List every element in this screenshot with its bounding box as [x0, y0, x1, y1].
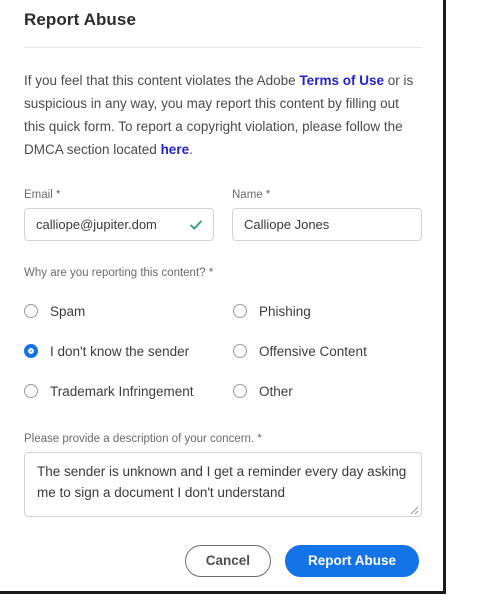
name-required-mark: *	[265, 189, 271, 201]
check-icon	[189, 218, 203, 232]
name-input[interactable]	[233, 209, 421, 240]
intro-text-part-3: .	[189, 142, 193, 157]
screen: Report Abuse If you feel that this conte…	[0, 0, 500, 604]
name-label-text: Name	[232, 189, 263, 201]
intro-text-part-1: If you feel that this content violates t…	[24, 73, 300, 88]
radio-option-trademark-infringement[interactable]: Trademark Infringement	[24, 371, 233, 411]
radio-label: I don't know the sender	[50, 343, 190, 359]
radio-option-unknown-sender[interactable]: I don't know the sender	[24, 331, 233, 371]
description-textarea-wrap[interactable]	[24, 452, 422, 517]
email-input[interactable]	[25, 209, 213, 240]
reason-group-label: Why are you reporting this content? *	[24, 267, 419, 279]
intro-paragraph: If you feel that this content violates t…	[24, 69, 420, 161]
radio-circle-icon	[233, 384, 247, 398]
radio-circle-icon	[24, 384, 38, 398]
description-textarea[interactable]	[25, 453, 421, 516]
email-label-text: Email	[24, 189, 53, 201]
radio-label: Other	[259, 383, 293, 399]
title-divider	[24, 47, 422, 48]
reason-radio-group: Spam Phishing I don't know the sender Of…	[24, 291, 419, 411]
radio-circle-icon	[233, 344, 247, 358]
report-abuse-dialog: Report Abuse If you feel that this conte…	[0, 0, 446, 594]
radio-label: Spam	[50, 303, 86, 319]
report-abuse-button[interactable]: Report Abuse	[284, 545, 419, 577]
radio-option-phishing[interactable]: Phishing	[233, 291, 419, 331]
description-label: Please provide a description of your con…	[24, 433, 419, 445]
terms-of-use-link[interactable]: Terms of Use	[299, 73, 384, 88]
radio-label: Phishing	[259, 303, 311, 319]
radio-option-other[interactable]: Other	[233, 371, 419, 411]
description-label-text: Please provide a description of your con…	[24, 433, 255, 445]
page-title: Report Abuse	[24, 10, 137, 29]
radio-circle-icon	[24, 304, 38, 318]
email-field-group: Email *	[24, 189, 214, 241]
radio-circle-selected-icon	[24, 344, 38, 358]
contact-fields-row: Email * Name *	[24, 189, 422, 241]
radio-circle-icon	[233, 304, 247, 318]
email-input-wrap[interactable]	[24, 208, 214, 241]
radio-label: Trademark Infringement	[50, 383, 194, 399]
email-label: Email *	[24, 189, 214, 201]
radio-label: Offensive Content	[259, 343, 367, 359]
reason-group-label-text: Why are you reporting this content?	[24, 267, 206, 279]
description-required-mark: *	[257, 433, 262, 445]
cancel-button[interactable]: Cancel	[184, 545, 271, 577]
radio-option-spam[interactable]: Spam	[24, 291, 233, 331]
reason-required-mark: *	[208, 267, 214, 279]
dialog-actions: Cancel Report Abuse	[24, 545, 419, 577]
email-required-mark: *	[55, 189, 61, 201]
name-label: Name *	[232, 189, 422, 201]
dmca-here-link[interactable]: here	[161, 142, 190, 157]
name-input-wrap[interactable]	[232, 208, 422, 241]
name-field-group: Name *	[232, 189, 422, 241]
radio-option-offensive-content[interactable]: Offensive Content	[233, 331, 419, 371]
